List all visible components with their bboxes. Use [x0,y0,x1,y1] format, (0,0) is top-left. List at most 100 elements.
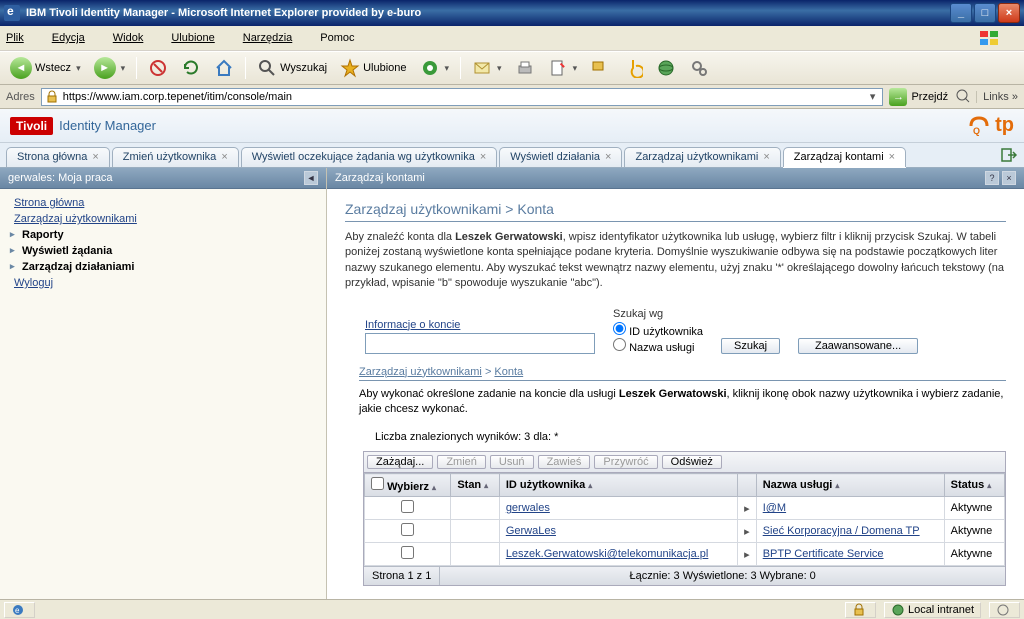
tab-pending-requests[interactable]: Wyświetl oczekujące żądania wg użytkowni… [241,147,498,167]
menu-view[interactable]: Widok [113,32,158,44]
row-service-link[interactable]: BPTP Certificate Service [763,548,884,560]
row-service-link[interactable]: Sieć Korporacyjna / Domena TP [763,525,920,537]
tab-manage-accounts[interactable]: Zarządzaj kontami× [783,147,906,167]
col-service[interactable]: Nazwa usługi [756,474,944,497]
url-input[interactable] [63,91,866,103]
globe-button[interactable] [652,56,680,80]
minimize-button[interactable]: _ [950,3,972,23]
row-userid-link[interactable]: gerwales [506,502,550,514]
tab-manage-users[interactable]: Zarządzaj użytkownikami× [624,147,780,167]
nav-manage-activities[interactable]: Zarządzaj działaniami [14,259,312,275]
advanced-button[interactable]: Zaawansowane... [798,338,918,354]
nav-view-requests[interactable]: Wyświetl żądania [14,243,312,259]
close-icon[interactable]: × [221,151,227,163]
research-button[interactable] [619,56,647,80]
radio-service[interactable]: Nazwa usługi [613,338,703,354]
partner-logo: Q tp [965,112,1014,140]
stop-button[interactable] [144,56,172,80]
radio-userid[interactable]: ID użytkownika [613,322,703,338]
close-icon[interactable]: × [480,151,486,163]
collapse-left-icon[interactable]: ◄ [304,171,318,185]
row-status: Aktywne [944,497,1004,520]
address-bar: Adres ▾ → Przejdź Links [0,85,1024,109]
account-info-input[interactable] [365,333,595,354]
media-button[interactable] [416,56,454,80]
refresh-button[interactable] [177,56,205,80]
tab-view-activities[interactable]: Wyświetl działania× [499,147,622,167]
brand-bar: Tivoli Identity Manager Q tp [0,109,1024,143]
tbl-refresh-button[interactable]: Odśwież [662,455,722,469]
maximize-button[interactable]: □ [974,3,996,23]
row-userid-link[interactable]: GerwaLes [506,525,556,537]
url-dropdown[interactable]: ▾ [866,90,880,103]
row-menu-icon[interactable]: ▸ [738,520,757,543]
col-status[interactable]: Status [944,474,1004,497]
tbl-delete-button: Usuń [490,455,534,469]
close-icon[interactable]: × [92,151,98,163]
mail-button[interactable] [468,56,506,80]
home-button[interactable] [210,56,238,80]
tbl-suspend-button: Zawieś [538,455,591,469]
col-userid[interactable]: ID użytkownika [499,474,737,497]
back-button[interactable]: ◄ Wstecz [6,55,85,81]
close-icon[interactable]: × [889,151,895,163]
status-bar: e Local intranet [0,599,1024,619]
row-menu-icon[interactable]: ▸ [738,497,757,520]
row-checkbox[interactable] [401,500,414,513]
close-icon[interactable]: × [763,151,769,163]
url-box[interactable]: ▾ [41,88,884,106]
address-label: Adres [6,91,35,103]
nav-home[interactable]: Strona główna [14,195,312,211]
row-menu-icon[interactable]: ▸ [738,543,757,566]
edit-button[interactable] [544,56,582,80]
account-info-label[interactable]: Informacje o koncie [365,319,595,331]
right-panel-title: Zarządzaj kontami [335,172,425,184]
tivoli-logo: Tivoli [10,117,53,135]
tab-home[interactable]: Strona główna× [6,147,110,167]
row-checkbox[interactable] [401,523,414,536]
browser-toolbar: ◄ Wstecz ► Wyszukaj Ulubione [0,51,1024,85]
row-checkbox[interactable] [401,546,414,559]
panel-help-icon[interactable]: ? [985,171,999,185]
panel-close-icon[interactable]: × [1002,171,1016,185]
search-button[interactable]: Wyszukaj [253,56,331,80]
search-button[interactable]: Szukaj [721,338,780,354]
logout-icon[interactable] [1000,146,1018,167]
col-state[interactable]: Stan [451,474,500,497]
favorites-button[interactable]: Ulubione [336,56,410,80]
menu-tools[interactable]: Narzędzia [243,32,307,44]
row-userid-link[interactable]: Leszek.Gerwatowski@telekomunikacja.pl [506,548,709,560]
results-table: Wybierz Stan ID użytkownika Nazwa usługi… [364,473,1005,566]
search-area: Informacje o koncie Szukaj wg ID użytkow… [365,308,1006,354]
menu-help[interactable]: Pomoc [320,32,368,44]
select-all-checkbox[interactable] [371,477,384,490]
discuss-button[interactable] [586,56,614,80]
windows-flag-icon [976,29,1004,47]
row-status: Aktywne [944,543,1004,566]
tab-change-user[interactable]: Zmień użytkownika× [112,147,239,167]
left-nav: Strona główna Zarządzaj użytkownikami Ra… [0,189,326,297]
forward-button[interactable]: ► [90,55,130,81]
menu-favorites[interactable]: Ulubione [171,32,228,44]
nav-reports[interactable]: Raporty [14,227,312,243]
window-close-button[interactable]: × [998,3,1020,23]
tbl-request-button[interactable]: Zażądaj... [367,455,433,469]
menu-edit[interactable]: Edycja [52,32,99,44]
row-service-link[interactable]: I@M [763,502,786,514]
print-button[interactable] [511,56,539,80]
close-icon[interactable]: × [605,151,611,163]
row-status: Aktywne [944,520,1004,543]
nav-logout[interactable]: Wyloguj [14,275,312,291]
left-panel-header: gerwales: Moja praca ◄ [0,168,326,189]
table-summary: Łącznie: 3 Wyświetlone: 3 Wybrane: 0 [440,567,1005,585]
gears-button[interactable] [685,56,713,80]
menu-file[interactable]: Plik [6,32,38,44]
col-select[interactable]: Wybierz [365,474,451,497]
right-panel-header: Zarządzaj kontami ? × [327,168,1024,189]
go-button[interactable]: → Przejdź [889,88,948,106]
left-panel-title: gerwales: Moja praca [8,172,113,184]
nav-manage-users[interactable]: Zarządzaj użytkownikami [14,211,312,227]
links-label[interactable]: Links [976,91,1018,103]
status-extra-icon [989,602,1020,618]
addr-extra-button[interactable] [954,87,970,106]
